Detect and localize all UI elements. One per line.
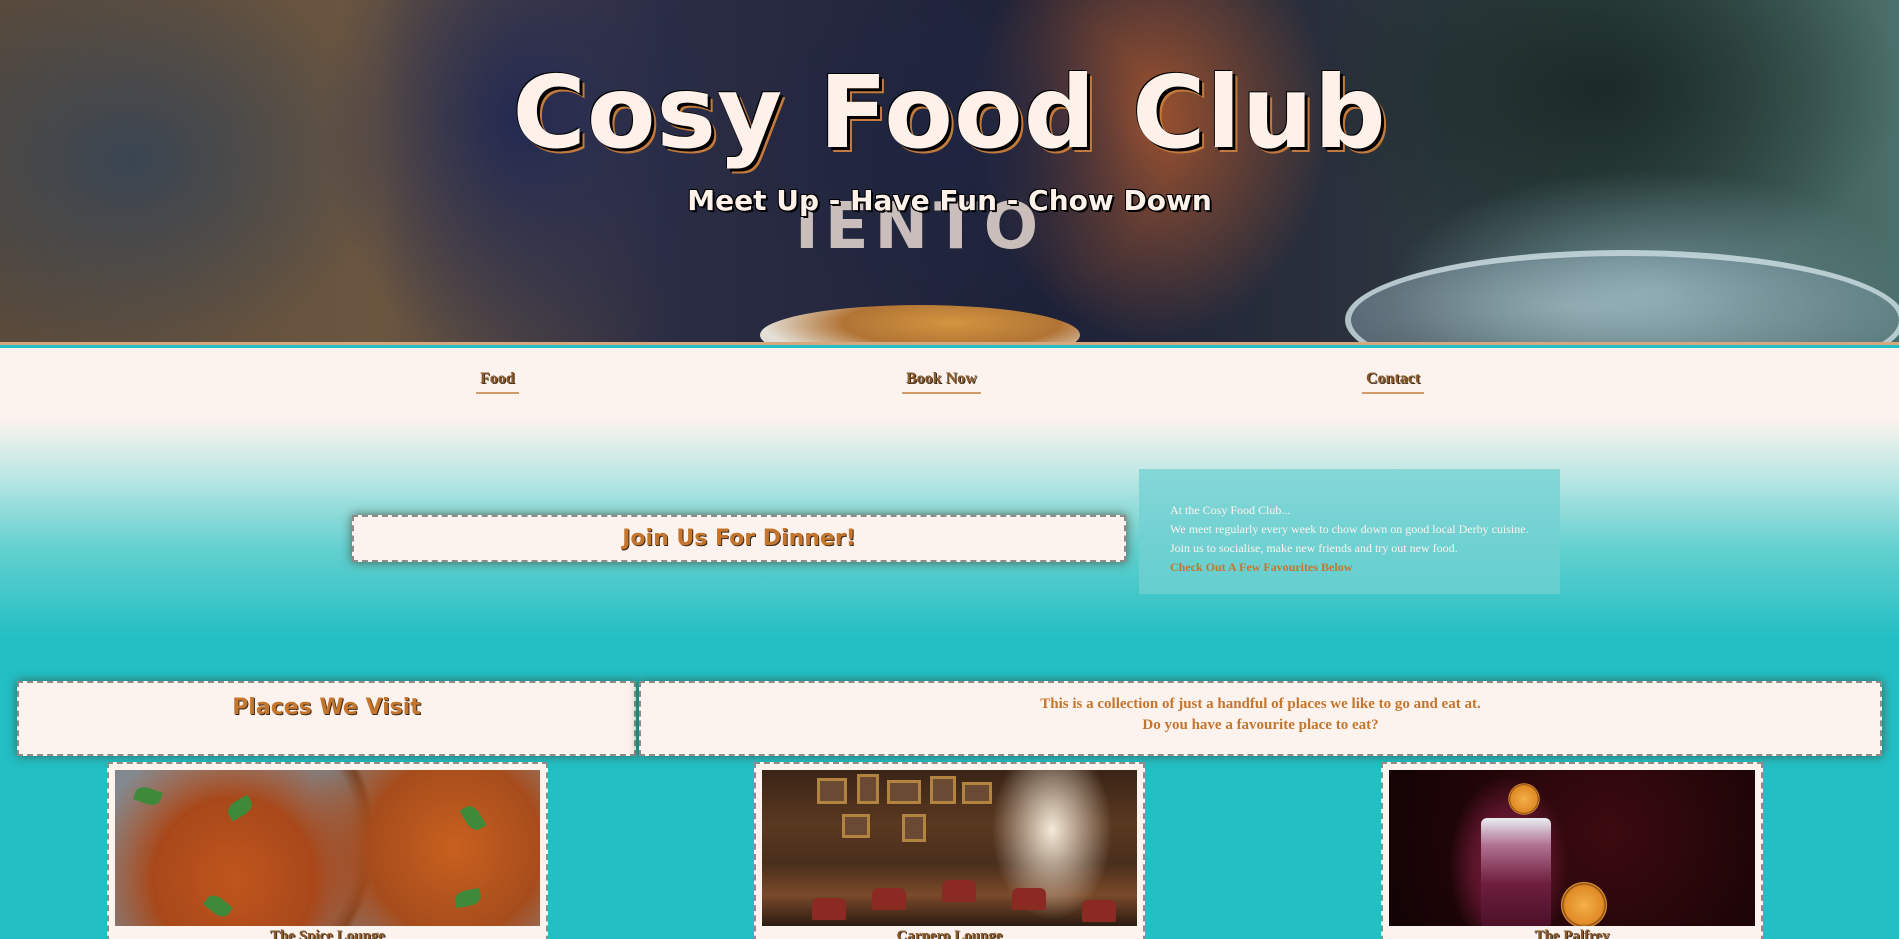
places-heading: Places We Visit bbox=[17, 681, 636, 756]
join-us-heading: Join Us For Dinner! bbox=[352, 515, 1126, 562]
favourites-link[interactable]: Check Out A Few Favourites Below bbox=[1170, 558, 1540, 577]
place-name: The Spice Lounge bbox=[269, 928, 386, 939]
about-line: Join us to socialise, make new friends a… bbox=[1170, 541, 1458, 555]
places-description-line: Do you have a favourite place to eat? bbox=[1142, 717, 1379, 733]
about-line: We meet regularly every week to chow dow… bbox=[1170, 522, 1529, 536]
nav-link-contact[interactable]: Contact bbox=[1362, 370, 1425, 394]
site-tagline: Meet Up - Have Fun - Chow Down bbox=[687, 184, 1212, 217]
place-photo-curry bbox=[115, 770, 540, 926]
place-card-spice-lounge[interactable]: The Spice Lounge bbox=[107, 762, 548, 939]
nav-link-food[interactable]: Food bbox=[476, 370, 519, 394]
hero-glass-decor bbox=[1345, 250, 1899, 345]
about-line: At the Cosy Food Club... bbox=[1170, 503, 1291, 517]
place-photo-pub bbox=[762, 770, 1137, 926]
hero-plate-decor bbox=[760, 305, 1080, 345]
hero-banner: IENTO Cosy Food Club Meet Up - Have Fun … bbox=[0, 0, 1899, 345]
site-title: Cosy Food Club bbox=[512, 54, 1387, 171]
place-card-carnero-lounge[interactable]: Carnero Lounge bbox=[754, 762, 1145, 939]
place-card-the-palfrey[interactable]: The Palfrey bbox=[1381, 762, 1763, 939]
place-photo-cocktail bbox=[1389, 770, 1755, 926]
place-name: Carnero Lounge bbox=[896, 928, 1003, 939]
place-name: The Palfrey bbox=[1534, 928, 1610, 939]
places-description: This is a collection of just a handful o… bbox=[639, 681, 1882, 756]
main-nav: Food Book Now Contact bbox=[0, 348, 1899, 418]
about-panel: At the Cosy Food Club... We meet regular… bbox=[1139, 469, 1560, 594]
places-description-line: This is a collection of just a handful o… bbox=[1040, 696, 1481, 712]
nav-link-book-now[interactable]: Book Now bbox=[902, 370, 981, 394]
